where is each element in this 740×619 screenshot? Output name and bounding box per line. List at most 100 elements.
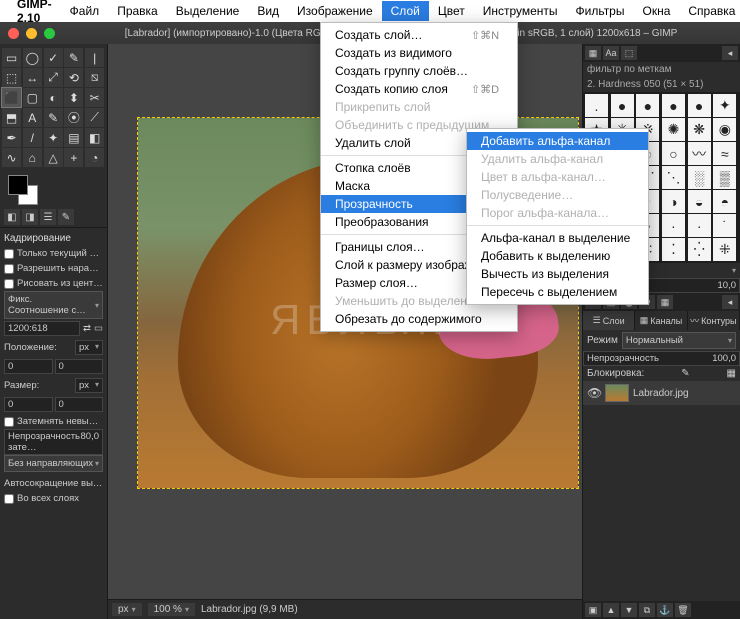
brush-preset[interactable]: ◒	[688, 190, 711, 213]
guides-select[interactable]: Без направляющих▾	[4, 455, 103, 472]
autoshrink-label[interactable]: Автосокращение выделения	[4, 478, 103, 489]
maximize-icon[interactable]	[44, 28, 55, 39]
menu-item[interactable]: Создать из видимого	[321, 44, 517, 62]
tab-icon[interactable]: ◧	[4, 209, 20, 225]
brush-preset[interactable]: ˙	[713, 214, 736, 237]
orient-icon[interactable]: ▭	[94, 323, 103, 334]
brush-preset[interactable]: ⁛	[688, 238, 711, 261]
tool-button[interactable]: ◐	[44, 88, 63, 107]
tool-button[interactable]: ▢	[23, 88, 42, 107]
tool-button[interactable]: ✎	[44, 108, 63, 127]
brush-preset[interactable]: ●	[688, 94, 711, 117]
tool-button[interactable]: ▤	[64, 128, 83, 147]
brush-preset[interactable]: ●	[662, 94, 685, 117]
tab-icon[interactable]: ✎	[58, 209, 74, 225]
tab-layers[interactable]: ☰ Слои	[583, 311, 635, 330]
brush-preset[interactable]: ░	[688, 166, 711, 189]
menu-view[interactable]: Вид	[248, 1, 288, 21]
unit-select[interactable]: px▾	[112, 603, 142, 616]
menu-layer[interactable]: Слой	[382, 1, 429, 21]
menu-item[interactable]: Пересечь с выделением	[467, 283, 648, 301]
menu-item[interactable]: Создать группу слоёв…	[321, 62, 517, 80]
brush-preset[interactable]: ✦	[713, 94, 736, 117]
tool-button[interactable]: ⤢	[44, 68, 63, 87]
brush-preset[interactable]: ≈	[713, 142, 736, 165]
tool-button[interactable]: ↔	[23, 68, 42, 87]
brush-preset[interactable]: ∙	[662, 214, 685, 237]
tool-button[interactable]: ✒	[2, 128, 21, 147]
only-current-layer-checkbox[interactable]	[4, 249, 14, 259]
tool-button[interactable]: ✎	[64, 48, 83, 67]
draw-center-checkbox[interactable]	[4, 279, 14, 289]
darken-opacity[interactable]: Непрозрачность зате…80,0	[4, 429, 103, 455]
tool-button[interactable]: ⬒	[2, 108, 21, 127]
menu-file[interactable]: Файл	[61, 1, 109, 21]
menu-item[interactable]: Создать копию слоя⇧⌘D	[321, 80, 517, 98]
close-icon[interactable]	[8, 28, 19, 39]
brush-preset[interactable]: ⋱	[662, 166, 685, 189]
tool-button[interactable]: /	[23, 128, 42, 147]
lock-alpha-icon[interactable]: ▦	[727, 368, 736, 379]
brush-preset[interactable]: ·	[688, 214, 711, 237]
menu-item[interactable]: Альфа-канал в выделение	[467, 229, 648, 247]
tool-button[interactable]: ✦	[44, 128, 63, 147]
tab-icon[interactable]: ◨	[22, 209, 38, 225]
menu-color[interactable]: Цвет	[429, 1, 474, 21]
layer-opacity[interactable]: Непрозрачность100,0	[583, 351, 740, 366]
tool-button[interactable]: ⟋	[85, 108, 104, 127]
tool-button[interactable]: ∿	[2, 148, 21, 167]
tab-icon[interactable]: ☰	[40, 209, 56, 225]
brush-preset[interactable]: ◑	[662, 190, 685, 213]
tool-button[interactable]: ▭	[2, 48, 21, 67]
size-h-input[interactable]	[55, 397, 104, 412]
menu-image[interactable]: Изображение	[288, 1, 382, 21]
brush-preset[interactable]: ⁜	[713, 238, 736, 261]
brush-preset[interactable]: ❋	[688, 118, 711, 141]
menu-item[interactable]: Добавить альфа-канал	[467, 132, 648, 150]
menu-select[interactable]: Выделение	[167, 1, 249, 21]
zoom-select[interactable]: 100 %▾	[148, 603, 195, 616]
tool-button[interactable]: ⬚	[2, 68, 21, 87]
size-unit[interactable]: px▾	[75, 378, 103, 393]
darken-checkbox[interactable]	[4, 417, 14, 427]
foreground-color[interactable]	[8, 175, 28, 195]
brush-filter-label[interactable]: фильтр по меткам	[583, 62, 740, 77]
layer-bottom-icons[interactable]: ▣▲▼⧉⚓🗑	[583, 601, 740, 619]
size-w-input[interactable]	[4, 397, 53, 412]
pos-y-input[interactable]	[55, 359, 104, 374]
menu-item[interactable]: Обрезать до содержимого	[321, 310, 517, 328]
tool-button[interactable]: △	[44, 148, 63, 167]
color-swatches[interactable]	[0, 171, 107, 207]
lock-pixel-icon[interactable]: ✎	[681, 368, 689, 379]
layer-item[interactable]: 👁 Labrador.jpg	[583, 381, 740, 405]
brush-preset[interactable]: ⁚	[662, 238, 685, 261]
tab-channels[interactable]: ▦ Каналы	[635, 311, 687, 330]
tool-button[interactable]: ⌂	[23, 148, 42, 167]
brush-preset[interactable]: ◉	[713, 118, 736, 141]
pos-unit[interactable]: px▾	[75, 340, 103, 355]
brush-preset[interactable]: ●	[636, 94, 659, 117]
brush-preset[interactable]: 〰	[688, 142, 711, 165]
allow-expand-checkbox[interactable]	[4, 264, 14, 274]
tool-button[interactable]: ⬛	[2, 88, 21, 107]
tool-button[interactable]: ◔	[85, 148, 104, 167]
swap-icon[interactable]: ⇄	[83, 323, 91, 334]
ratio-input[interactable]	[4, 321, 80, 336]
eye-icon[interactable]: 👁	[587, 386, 601, 400]
tool-button[interactable]: A	[23, 108, 42, 127]
menu-tools[interactable]: Инструменты	[474, 1, 567, 21]
brush-preset[interactable]: ●	[611, 94, 634, 117]
brush-preset[interactable]: ◓	[713, 190, 736, 213]
tool-button[interactable]: +	[64, 148, 83, 167]
menu-edit[interactable]: Правка	[108, 1, 167, 21]
all-layers-checkbox[interactable]	[4, 494, 14, 504]
brush-preset[interactable]: ○	[662, 142, 685, 165]
brush-preset[interactable]: .	[585, 94, 608, 117]
tool-button[interactable]: ✂	[85, 88, 104, 107]
brush-preset[interactable]: ▒	[713, 166, 736, 189]
menu-item[interactable]: Добавить к выделению	[467, 247, 648, 265]
brush-preset[interactable]: ✺	[662, 118, 685, 141]
tool-button[interactable]: ⟲	[64, 68, 83, 87]
tool-button[interactable]: |	[85, 48, 104, 67]
tool-button[interactable]: ◯	[23, 48, 42, 67]
